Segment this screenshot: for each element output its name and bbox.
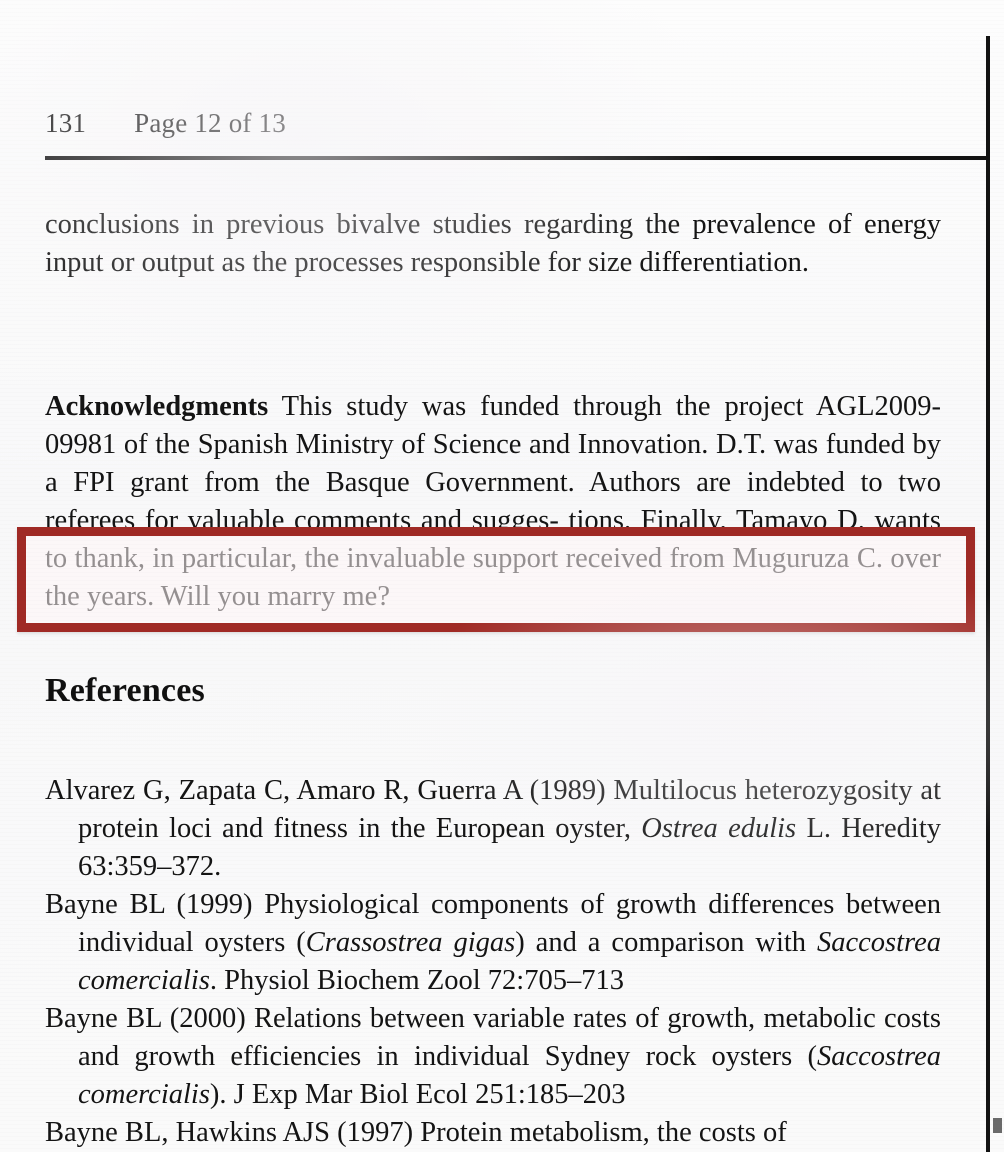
running-head: 131 Page 12 of 13 bbox=[45, 108, 945, 139]
reference-text: Bayne BL (2000) Relations between variab… bbox=[45, 1003, 941, 1072]
reference-text: Bayne BL, Hawkins AJS (1997) Protein met… bbox=[45, 1117, 787, 1148]
reference-species-name: Ostrea edulis bbox=[641, 813, 797, 844]
page-edge-artifact bbox=[993, 1118, 1002, 1133]
reference-item: Bayne BL (2000) Relations between variab… bbox=[45, 1000, 941, 1114]
page-indicator: Page 12 of 13 bbox=[134, 108, 286, 138]
reference-item: Bayne BL (1999) Physiological components… bbox=[45, 886, 941, 1000]
page-folio-number: 131 bbox=[45, 108, 87, 138]
reference-item: Bayne BL, Hawkins AJS (1997) Protein met… bbox=[45, 1114, 941, 1152]
reference-text: ). J Exp Mar Biol Ecol 251:185–203 bbox=[209, 1079, 626, 1110]
reference-list: Alvarez G, Zapata C, Amaro R, Guerra A (… bbox=[45, 772, 941, 1152]
reference-text: . Physiol Biochem Zool 72:705–713 bbox=[209, 965, 624, 996]
reference-item: Alvarez G, Zapata C, Amaro R, Guerra A (… bbox=[45, 772, 941, 886]
scanned-page: 131 Page 12 of 13 conclusions in previous… bbox=[0, 0, 1004, 1152]
paragraph-conclusions: conclusions in previous bivalve studies … bbox=[45, 206, 941, 282]
paragraph-conclusions-text: conclusions in previous bivalve studies … bbox=[45, 209, 941, 278]
header-rule bbox=[45, 156, 986, 160]
reference-species-name: Crassostrea gigas bbox=[305, 927, 516, 958]
page-content: 131 Page 12 of 13 conclusions in previous… bbox=[0, 0, 986, 1152]
red-highlight-box bbox=[17, 527, 975, 632]
references-heading: References bbox=[45, 672, 205, 709]
acknowledgments-runin-label: Acknowledgments bbox=[45, 391, 269, 422]
reference-text: ) and a comparison with bbox=[515, 927, 817, 958]
page-edge-right bbox=[986, 36, 990, 1152]
